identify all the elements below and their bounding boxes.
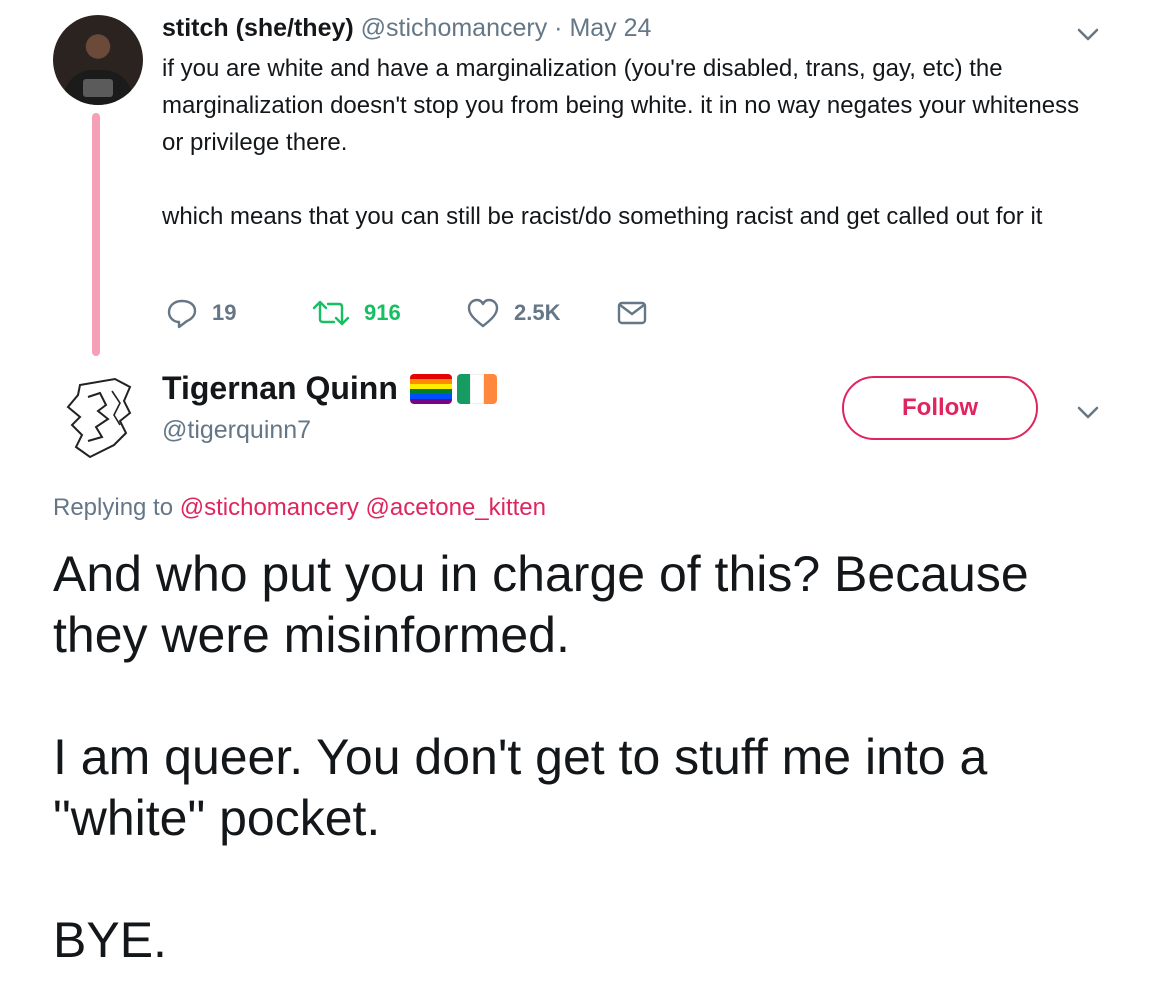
retweet-button[interactable]: 916 bbox=[312, 293, 401, 333]
tweet1-text: if you are white and have a marginalizat… bbox=[162, 50, 1102, 235]
avatar-stitch[interactable] bbox=[53, 15, 143, 105]
tweet1-header: stitch (she/they) @stichomancery · May 2… bbox=[162, 14, 651, 43]
replying-to: Replying to @stichomancery @acetone_kitt… bbox=[53, 494, 546, 522]
tweet2-name-row: Tigernan Quinn bbox=[162, 370, 497, 407]
thread-line bbox=[92, 113, 100, 356]
tweet2-handle[interactable]: @tigerquinn7 bbox=[162, 416, 311, 445]
tweet1-handle[interactable]: @stichomancery bbox=[361, 14, 548, 42]
follow-button[interactable]: Follow bbox=[842, 376, 1038, 440]
replying-prefix: Replying to bbox=[53, 494, 174, 521]
envelope-icon bbox=[617, 301, 647, 325]
profile-flags bbox=[409, 373, 497, 404]
avatar-shirt-print bbox=[83, 79, 113, 97]
tweet1-display-name[interactable]: stitch (she/they) bbox=[162, 14, 354, 42]
reply-count: 19 bbox=[212, 300, 237, 325]
tweet1-date[interactable]: May 24 bbox=[569, 14, 651, 42]
like-count: 2.5K bbox=[514, 300, 561, 325]
avatar-tigernan[interactable] bbox=[60, 373, 140, 463]
heart-icon bbox=[467, 298, 499, 328]
tweet1-paragraph: which means that you can still be racist… bbox=[162, 203, 1043, 230]
tweet2-chevron-down-icon[interactable] bbox=[1074, 398, 1102, 426]
ireland-flag-icon bbox=[456, 373, 497, 404]
tweet2-paragraph: And who put you in charge of this? Becau… bbox=[53, 546, 1029, 663]
retweet-icon bbox=[312, 300, 350, 326]
rainbow-flag-icon bbox=[409, 373, 452, 404]
tweet1-chevron-down-icon[interactable] bbox=[1074, 20, 1102, 48]
mention-acetone-kitten[interactable]: @acetone_kitten bbox=[366, 494, 546, 521]
direct-message-button[interactable] bbox=[616, 293, 648, 333]
mention-stichomancery[interactable]: @stichomancery bbox=[180, 494, 359, 521]
tweet2-paragraph: BYE. bbox=[53, 912, 167, 968]
tweet2-text: And who put you in charge of this? Becau… bbox=[53, 544, 1113, 971]
reply-icon bbox=[167, 299, 197, 329]
tweet2-display-name[interactable]: Tigernan Quinn bbox=[162, 370, 398, 407]
tweet1-separator: · bbox=[554, 14, 563, 42]
reply-button[interactable]: 19 bbox=[166, 293, 236, 333]
tweet1-paragraph: if you are white and have a marginalizat… bbox=[162, 55, 1080, 156]
like-button[interactable]: 2.5K bbox=[466, 293, 560, 333]
retweet-count: 916 bbox=[364, 300, 401, 325]
tweet2-paragraph: I am queer. You don't get to stuff me in… bbox=[53, 729, 988, 846]
